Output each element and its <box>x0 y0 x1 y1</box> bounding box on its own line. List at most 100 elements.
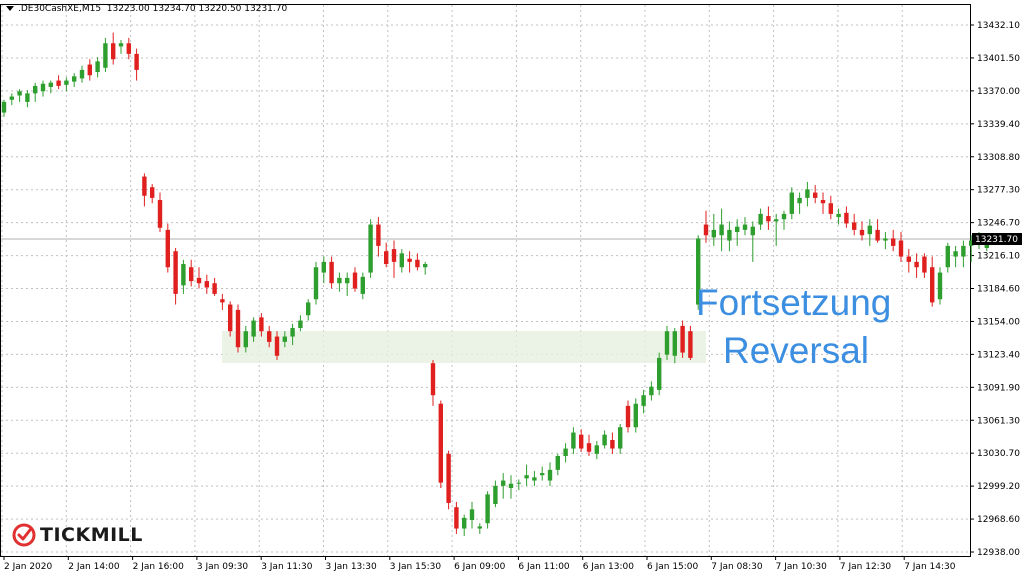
candle-body <box>446 453 451 503</box>
candle-body <box>103 43 108 68</box>
candle-body <box>150 187 155 198</box>
candle-body <box>961 245 966 257</box>
candle-body <box>836 213 841 218</box>
x-tick-label: 3 Jan 09:30 <box>197 562 249 572</box>
candle-body <box>844 212 849 224</box>
candle-body <box>345 277 350 284</box>
candle-body <box>805 189 810 198</box>
candle-body <box>259 317 264 332</box>
candle-body <box>735 226 740 233</box>
candle-body <box>610 440 615 449</box>
candle-body <box>220 299 225 303</box>
candle-body <box>321 261 326 273</box>
candle-body <box>883 238 888 241</box>
candle-body <box>649 386 654 396</box>
candle-body <box>813 192 818 198</box>
candle-body <box>571 432 576 449</box>
candle-body <box>828 203 833 214</box>
y-tick-label: 13370.00 <box>977 87 1020 97</box>
candle-body <box>17 91 22 96</box>
candle-body <box>33 85 38 94</box>
candle-body <box>532 477 537 481</box>
candle-body <box>48 82 53 87</box>
tickmill-logo-icon <box>12 523 36 547</box>
candle-body <box>40 83 46 92</box>
x-tick-label: 3 Jan 11:30 <box>261 562 313 572</box>
y-tick-label: 13308.80 <box>977 153 1020 163</box>
candle-body <box>212 283 217 294</box>
candle-body <box>602 434 607 446</box>
candle-body <box>493 485 498 505</box>
candle-body <box>469 509 475 521</box>
candle-body <box>196 277 202 284</box>
candle-body <box>852 222 857 230</box>
candle-body <box>118 43 124 47</box>
candle-body <box>290 328 295 337</box>
annotation-continuation: Fortsetzung <box>696 282 892 323</box>
y-tick-label: 13184.60 <box>977 285 1020 295</box>
candle-body <box>766 216 771 222</box>
candle-body <box>415 259 420 268</box>
candle-body <box>368 224 373 273</box>
candle-body <box>688 331 693 358</box>
candle-body <box>477 526 482 529</box>
candle-body <box>228 304 233 332</box>
candle-body <box>79 69 85 79</box>
candle-body <box>282 336 287 342</box>
y-tick-label: 12999.20 <box>977 482 1020 492</box>
candle-body <box>501 480 506 486</box>
candle-body <box>727 229 732 241</box>
candle-body <box>891 238 896 246</box>
candle-body <box>391 249 397 262</box>
candle-body <box>508 483 514 489</box>
x-tick-label: 2 Jan 14:00 <box>68 562 120 572</box>
candle-body <box>953 251 958 257</box>
candle-body <box>9 96 14 100</box>
broker-logo: TICKMILL <box>12 523 143 547</box>
x-tick-label: 6 Jan 09:00 <box>454 562 506 572</box>
candle-body <box>945 245 950 268</box>
candle-body <box>64 80 69 85</box>
candle-body <box>267 331 272 342</box>
candle-body <box>1 101 7 113</box>
candle-body <box>594 445 599 454</box>
candle-body <box>376 224 381 246</box>
candle-body <box>633 403 638 428</box>
candle-body <box>914 261 919 268</box>
candle-body <box>618 427 623 449</box>
y-tick-label: 13432.10 <box>977 21 1020 31</box>
candle-body <box>547 469 553 481</box>
candle-body <box>664 331 670 355</box>
candle-body <box>430 363 436 396</box>
candle-body <box>189 267 194 282</box>
dropdown-triangle-icon[interactable] <box>6 6 14 11</box>
candle-body <box>274 336 280 356</box>
x-tick-label: 7 Jan 08:30 <box>711 562 763 572</box>
candle-body <box>719 224 724 236</box>
logo-text: TICKMILL <box>40 524 143 546</box>
candle-body <box>657 357 662 390</box>
candle-body <box>930 267 935 303</box>
candle-body <box>204 281 209 288</box>
ohlc-open: 13223.00 <box>106 4 150 14</box>
y-tick-label: 13123.40 <box>977 350 1020 360</box>
x-tick-label: 6 Jan 15:00 <box>647 562 699 572</box>
candle-body <box>243 331 248 348</box>
candle-body <box>781 213 787 220</box>
ohlc-high: 13234.70 <box>152 4 196 14</box>
candle-body <box>165 229 170 268</box>
y-tick-label: 12938.00 <box>977 548 1020 558</box>
candle-body <box>750 226 755 236</box>
candle-body <box>859 229 865 236</box>
x-tick-label: 7 Jan 12:30 <box>840 562 892 572</box>
x-tick-label: 6 Jan 11:00 <box>518 562 570 572</box>
y-tick-label: 13154.00 <box>977 317 1020 327</box>
candle-body <box>742 224 748 230</box>
candle-body <box>337 277 342 284</box>
x-tick-label: 2 Jan 16:00 <box>133 562 185 572</box>
plot-frame <box>0 4 971 557</box>
candle-body <box>95 61 100 73</box>
candle-body <box>625 405 631 428</box>
candle-body <box>352 272 358 289</box>
candle-body <box>540 473 545 476</box>
